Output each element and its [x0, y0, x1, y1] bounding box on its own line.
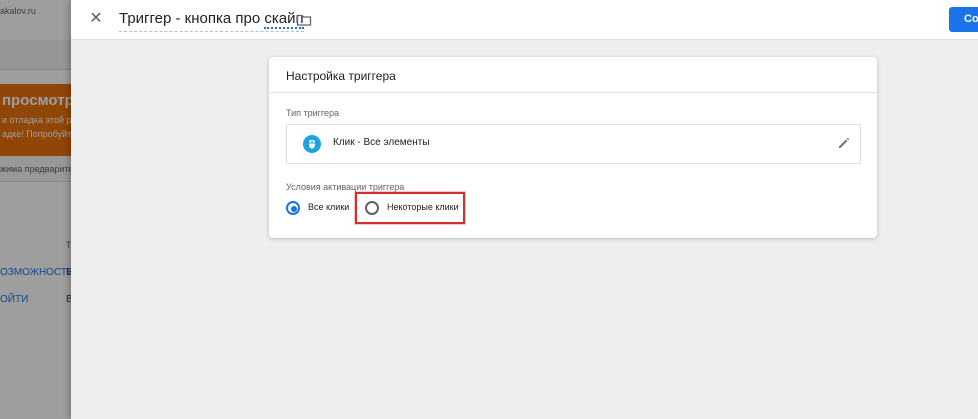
- trigger-type-label: Тип триггера: [286, 108, 340, 118]
- radio-button-unchecked[interactable]: [365, 201, 379, 215]
- trigger-editor-panel: ✕ Триггер - кнопка про скайп Со Настройк…: [71, 0, 978, 419]
- trigger-type-selector[interactable]: Клик - Все элементы: [286, 124, 861, 164]
- card-title: Настройка триггера: [286, 69, 396, 83]
- trigger-configuration-card: Настройка триггера Тип триггера Клик - В…: [269, 57, 877, 238]
- card-divider: [269, 92, 877, 93]
- radio-dot: [291, 206, 297, 212]
- radio-some-clicks-label: Некоторые клики: [387, 202, 459, 212]
- pencil-icon[interactable]: [836, 135, 852, 151]
- panel-header: ✕ Триггер - кнопка про скайп Со: [71, 0, 978, 40]
- activation-conditions-label: Условия активации триггера: [286, 182, 405, 192]
- radio-button-checked[interactable]: [286, 201, 300, 215]
- close-icon[interactable]: ✕: [85, 8, 107, 30]
- click-trigger-icon: [303, 135, 321, 153]
- radio-all-clicks-label: Все клики: [308, 202, 350, 212]
- trigger-type-value: Клик - Все элементы: [333, 137, 430, 148]
- trigger-name-field[interactable]: Триггер - кнопка про скайп: [119, 10, 304, 32]
- save-button[interactable]: Со: [949, 7, 978, 32]
- folder-icon[interactable]: [296, 12, 312, 28]
- trigger-name-text: Триггер - кнопка про: [119, 10, 265, 27]
